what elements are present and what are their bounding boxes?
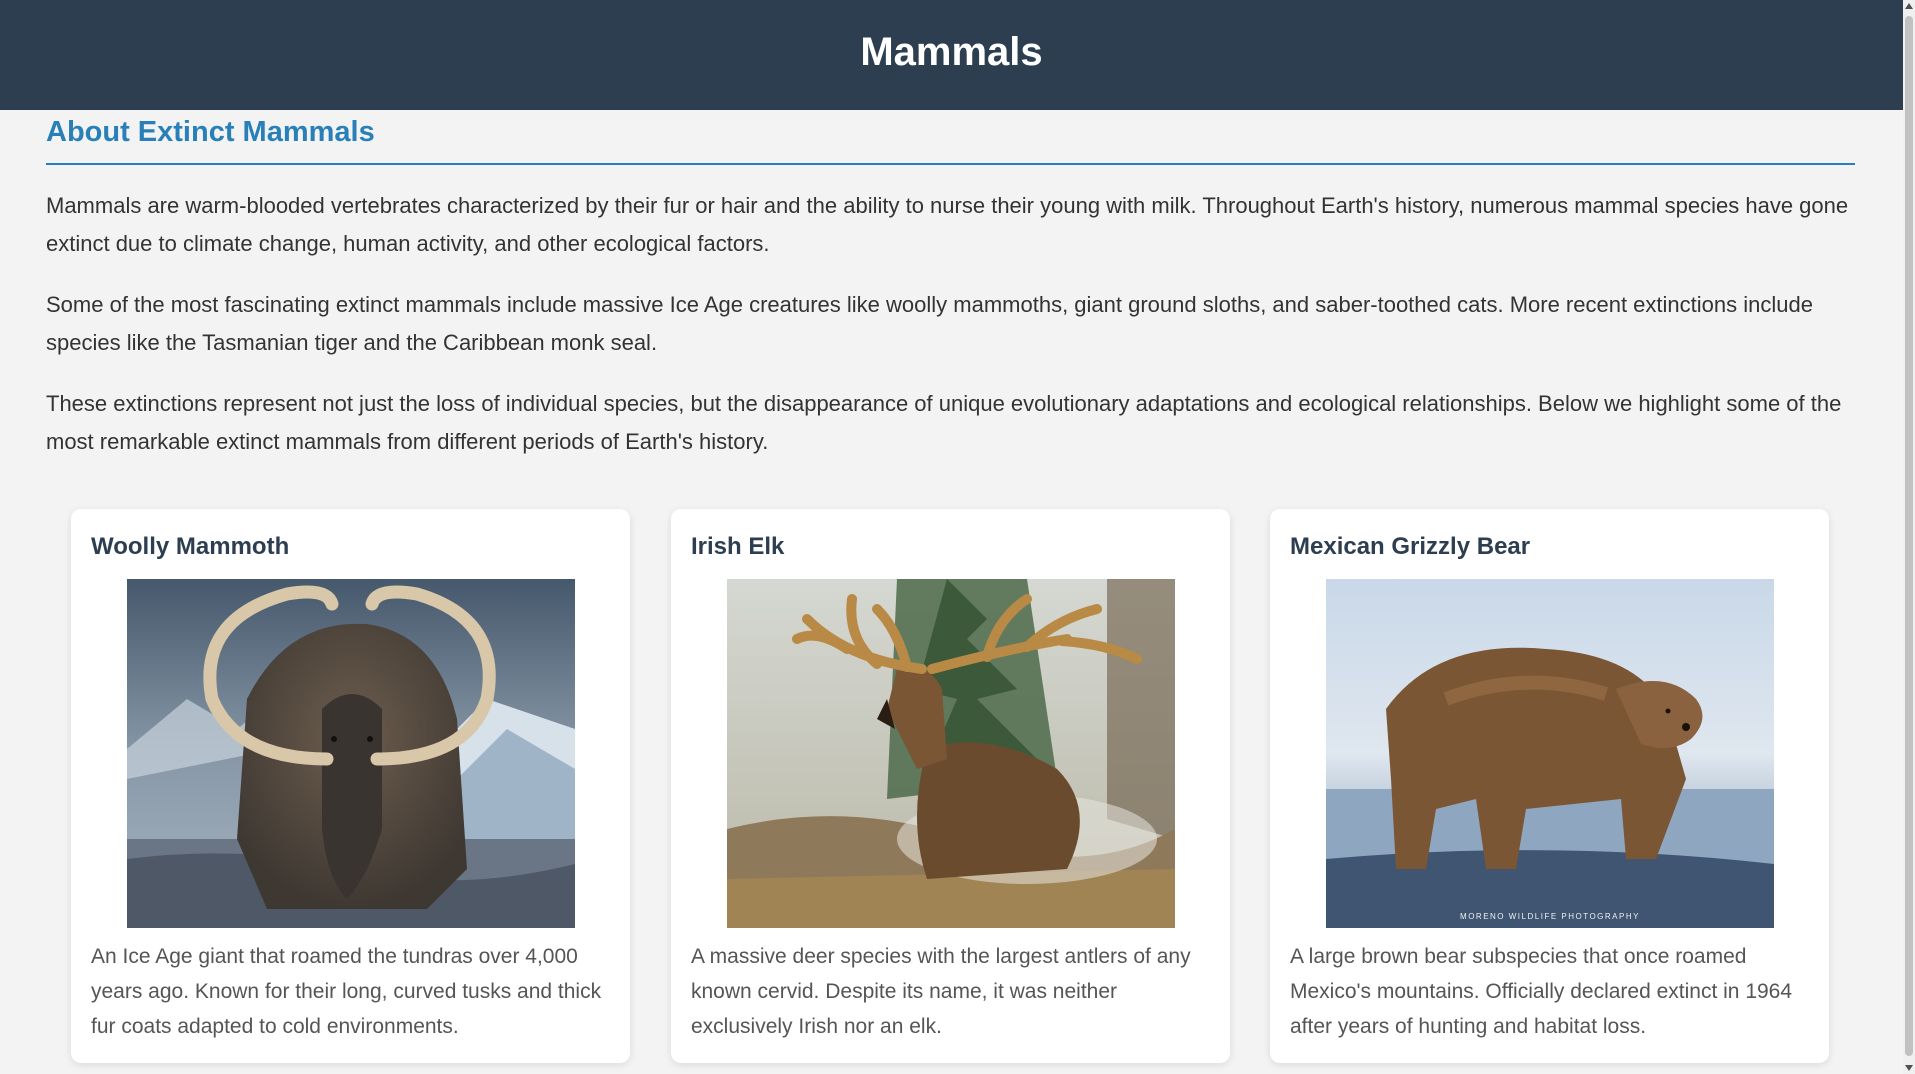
intro-paragraph: These extinctions represent not just the… (46, 391, 1842, 454)
woolly-mammoth-image (127, 579, 575, 928)
card-title: Mexican Grizzly Bear (1290, 533, 1531, 560)
page-title: Mammals (860, 29, 1043, 74)
card-description: A large brown bear subspecies that once … (1290, 945, 1793, 1038)
scroll-down-arrow-icon[interactable] (1905, 1065, 1913, 1071)
main-content: About Extinct Mammals Mammals are warm-b… (46, 110, 1855, 461)
page-header: Mammals (0, 0, 1903, 110)
mammal-card-irish-elk: Irish Elk A massive deer species with th… (671, 509, 1230, 1063)
intro-paragraph: Mammals are warm-blooded vertebrates cha… (46, 193, 1849, 256)
card-title: Irish Elk (691, 533, 785, 560)
scrollbar-thumb[interactable] (1905, 16, 1913, 1056)
mammal-card-woolly-mammoth: Woolly Mammoth An Ice Age giant that roa… (71, 509, 630, 1063)
mexican-grizzly-bear-image: MORENO WILDLIFE PHOTOGRAPHY (1326, 579, 1774, 928)
about-section-body: Mammals are warm-blooded vertebrates cha… (46, 187, 1855, 461)
mammal-card-mexican-grizzly-bear: Mexican Grizzly Bear MORENO WILDLIFE PHO… (1270, 509, 1829, 1063)
card-description: An Ice Age giant that roamed the tundras… (91, 945, 602, 1038)
scroll-up-arrow-icon[interactable] (1905, 3, 1913, 9)
intro-paragraph: Some of the most fascinating extinct mam… (46, 292, 1813, 355)
vertical-scrollbar[interactable] (1903, 0, 1915, 1074)
card-title: Woolly Mammoth (91, 533, 290, 560)
about-section-title: About Extinct Mammals (46, 116, 1855, 165)
card-description: A massive deer species with the largest … (691, 945, 1191, 1038)
photo-watermark: MORENO WILDLIFE PHOTOGRAPHY (1460, 912, 1640, 921)
irish-elk-image (727, 579, 1175, 928)
